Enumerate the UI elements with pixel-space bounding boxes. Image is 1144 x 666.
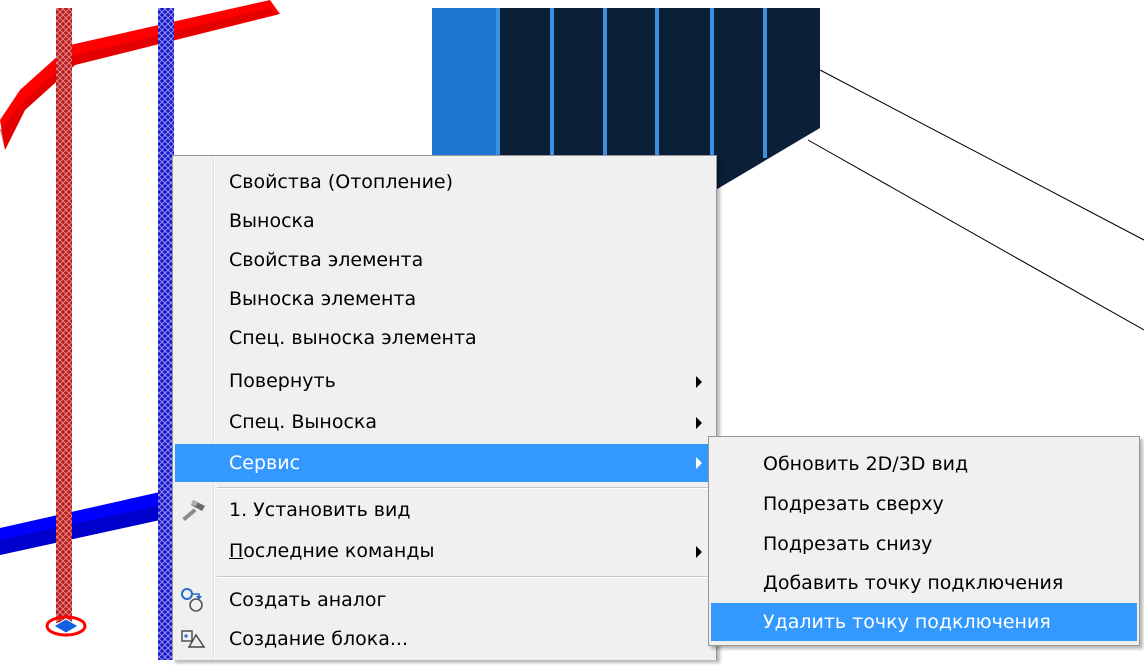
- menu-item-create-block[interactable]: Создание блока...: [175, 621, 714, 658]
- create-analog-icon: [179, 586, 207, 614]
- menu-item-callout[interactable]: Выноска: [175, 203, 714, 240]
- submenu-arrow-icon: [696, 457, 702, 469]
- menu-item-element-callout[interactable]: Выноска элемента: [175, 281, 714, 318]
- hammer-icon: [179, 496, 207, 524]
- menu-item-label: Выноска элемента: [229, 288, 417, 310]
- menu-item-properties-heating[interactable]: Свойства (Отопление): [175, 164, 714, 201]
- menu-item-set-view[interactable]: 1. Установить вид: [175, 492, 714, 529]
- return-pipe[interactable]: [0, 490, 172, 555]
- menu-item-label-rest: оследние команды: [243, 540, 435, 562]
- submenu-item-refresh-view[interactable]: Обновить 2D/3D вид: [711, 445, 1137, 483]
- submenu-item-trim-top[interactable]: Подрезать сверху: [711, 485, 1137, 523]
- menu-item-special-element-callout[interactable]: Спец. выноска элемента: [175, 320, 714, 357]
- supply-pipe[interactable]: [0, 0, 280, 150]
- menu-item-label: Создание блока...: [229, 628, 408, 650]
- service-submenu: Обновить 2D/3D вид Подрезать сверху Подр…: [708, 436, 1140, 646]
- menu-item-label: Повернуть: [229, 370, 336, 392]
- submenu-item-remove-connection-point[interactable]: Удалить точку подключения: [711, 603, 1137, 641]
- submenu-item-label: Подрезать сверху: [763, 493, 944, 515]
- menu-item-label: 1. Установить вид: [229, 499, 411, 521]
- menu-item-label: Спец. Выноска: [229, 411, 378, 433]
- menu-item-label: Создать аналог: [229, 589, 387, 611]
- menu-item-service[interactable]: Сервис: [175, 444, 714, 482]
- accelerator-key: П: [229, 540, 244, 562]
- menu-item-label: Свойства (Отопление): [229, 171, 454, 193]
- submenu-item-add-connection-point[interactable]: Добавить точку подключения: [711, 564, 1137, 602]
- menu-separator: [217, 487, 712, 489]
- supply-riser[interactable]: [56, 8, 72, 623]
- submenu-item-label: Добавить точку подключения: [763, 572, 1064, 594]
- submenu-item-label: Удалить точку подключения: [763, 611, 1051, 633]
- menu-separator: [217, 576, 712, 578]
- submenu-item-label: Обновить 2D/3D вид: [763, 453, 969, 475]
- submenu-item-trim-bottom[interactable]: Подрезать снизу: [711, 525, 1137, 563]
- menu-item-special-callout[interactable]: Спец. Выноска: [175, 404, 714, 441]
- context-menu: Свойства (Отопление) Выноска Свойства эл…: [172, 155, 717, 660]
- menu-item-create-analog[interactable]: Создать аналог: [175, 582, 714, 619]
- block-create-icon: [179, 625, 207, 653]
- menu-item-rotate[interactable]: Повернуть: [175, 363, 714, 400]
- submenu-arrow-icon: [696, 417, 702, 429]
- submenu-arrow-icon: [696, 376, 702, 388]
- menu-item-label: Свойства элемента: [229, 249, 424, 271]
- menu-item-label: Последние команды: [229, 533, 434, 570]
- submenu-item-label: Подрезать снизу: [763, 533, 933, 555]
- menu-item-label: Выноска: [229, 210, 315, 232]
- connection-lines: [807, 69, 1144, 331]
- riser-endpoint-marker[interactable]: [45, 615, 87, 637]
- menu-item-element-properties[interactable]: Свойства элемента: [175, 242, 714, 279]
- menu-item-label: Сервис: [229, 452, 301, 474]
- submenu-arrow-icon: [696, 546, 702, 558]
- menu-item-label: Спец. выноска элемента: [229, 327, 477, 349]
- menu-item-recent-commands[interactable]: Последние команды: [175, 533, 714, 570]
